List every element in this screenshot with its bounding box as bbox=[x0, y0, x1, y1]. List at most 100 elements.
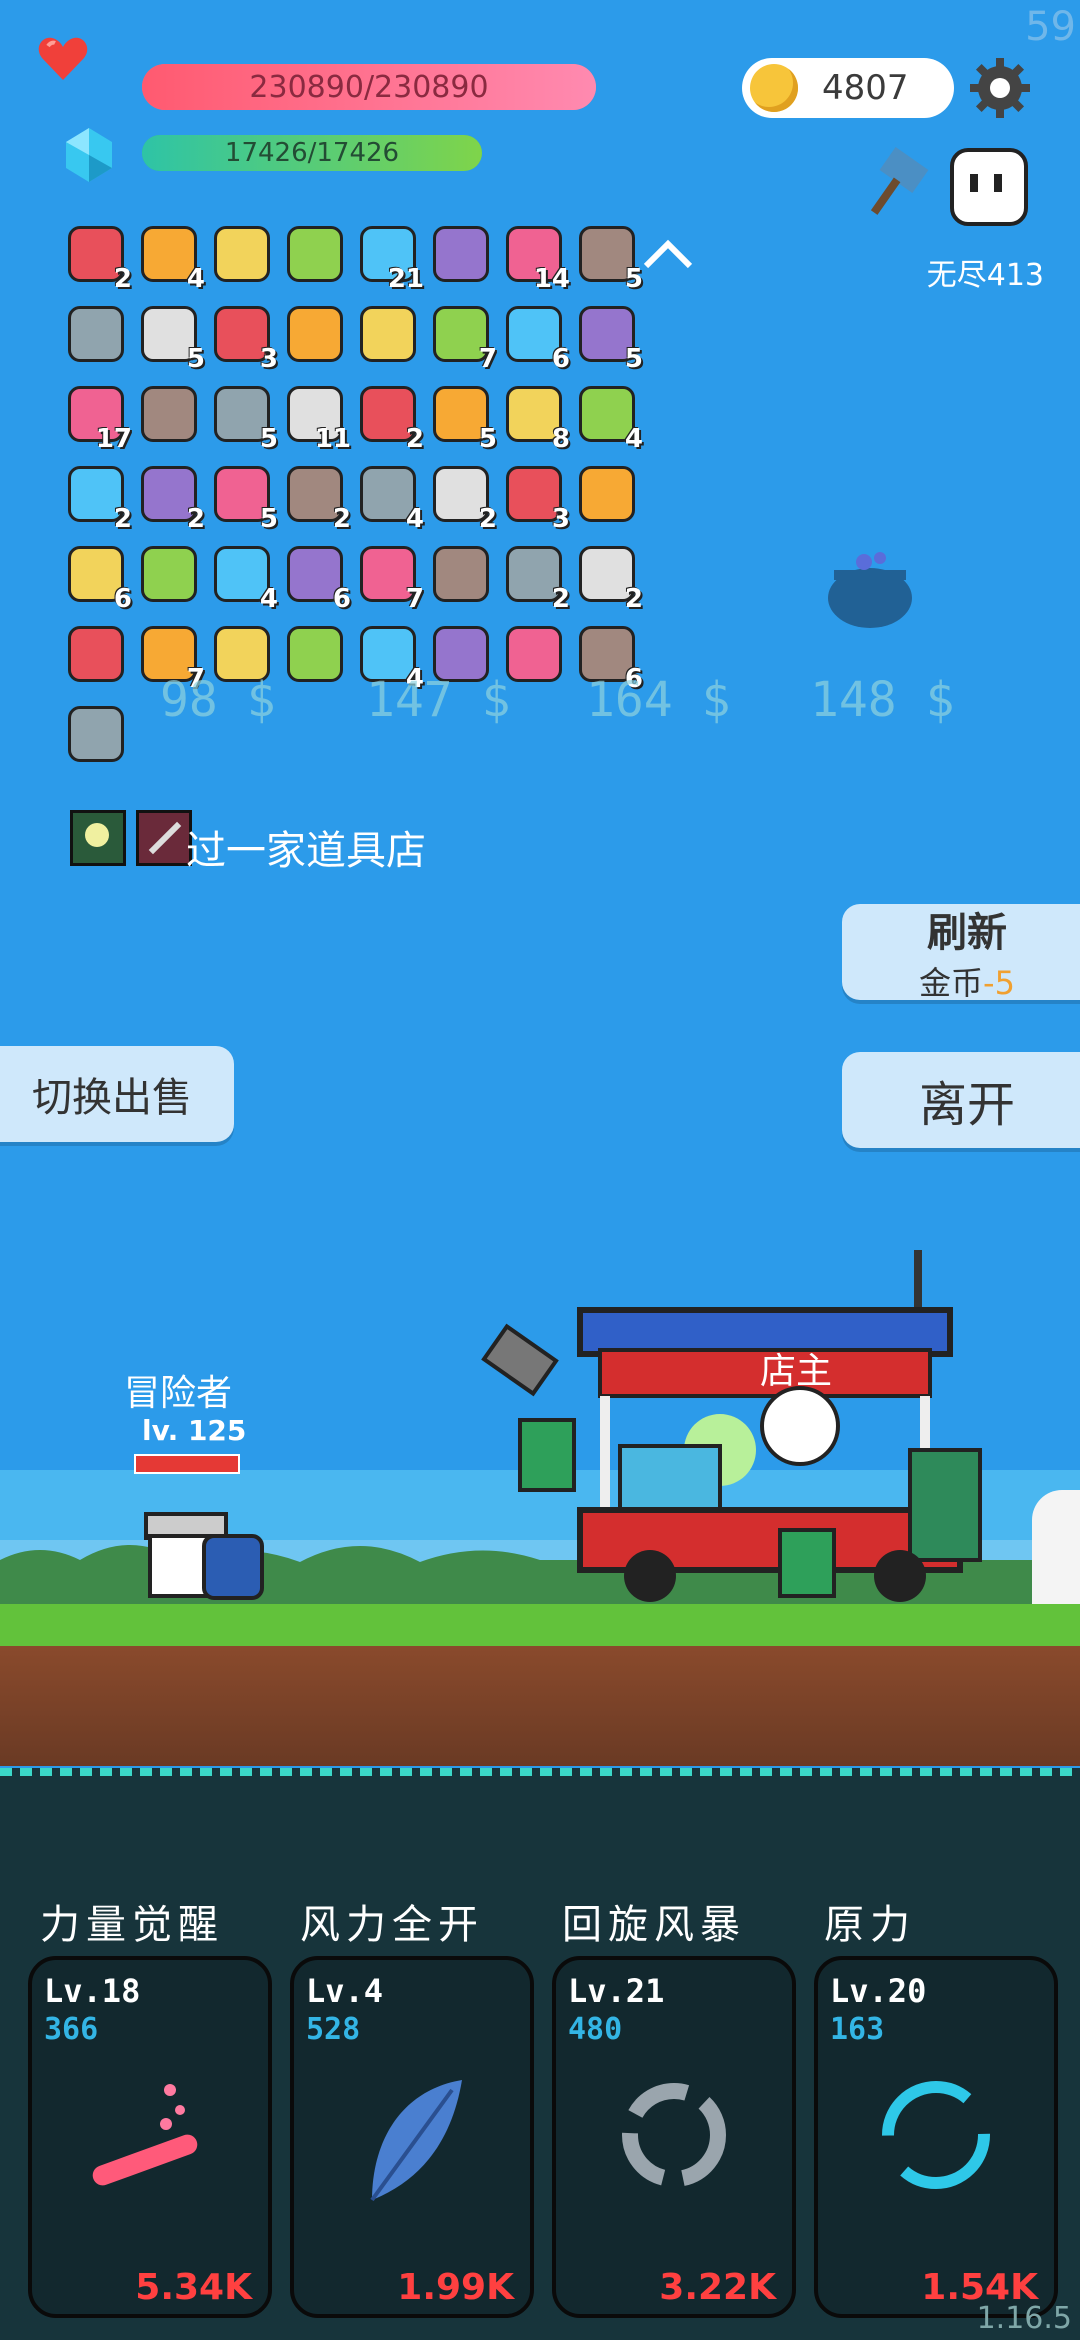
inventory-item[interactable]: 5 bbox=[427, 380, 497, 454]
inventory-item[interactable]: 5 bbox=[573, 300, 643, 374]
settings-gear-icon[interactable] bbox=[970, 58, 1030, 118]
inventory-item[interactable] bbox=[354, 300, 418, 364]
inventory-item[interactable]: 2 bbox=[500, 540, 570, 614]
coin-count: 4807 bbox=[822, 68, 909, 108]
inventory-item[interactable]: 5 bbox=[208, 460, 278, 534]
item-count: 21 bbox=[387, 264, 424, 294]
skill-level: Lv.4 bbox=[306, 1972, 384, 2010]
fps-counter: 59 bbox=[1025, 4, 1076, 50]
inventory-item[interactable]: 6 bbox=[500, 300, 570, 374]
inventory-item[interactable] bbox=[62, 620, 126, 684]
inventory-item[interactable]: 3 bbox=[208, 300, 278, 374]
inventory-item[interactable]: 2 bbox=[573, 540, 643, 614]
inventory-item[interactable]: 4 bbox=[135, 220, 205, 294]
hp-text: 230890/230890 bbox=[249, 69, 489, 105]
cauldron-icon bbox=[824, 548, 916, 634]
inventory-item[interactable]: 2 bbox=[62, 460, 132, 534]
item-count: 5 bbox=[186, 344, 205, 374]
coin-counter: 4807 bbox=[742, 58, 954, 118]
item-count: 3 bbox=[551, 504, 570, 534]
inventory-item[interactable] bbox=[62, 300, 126, 364]
inventory-item[interactable]: 11 bbox=[281, 380, 351, 454]
switch-sell-label: 切换出售 bbox=[32, 1075, 192, 1121]
inventory-item[interactable] bbox=[427, 540, 491, 604]
inventory-item[interactable] bbox=[62, 700, 126, 764]
inventory-item[interactable] bbox=[427, 220, 491, 284]
player-level: lv. 125 bbox=[142, 1414, 247, 1447]
coin-icon bbox=[750, 64, 798, 112]
skill-2-title: 风力全开 bbox=[300, 1902, 484, 1948]
ground-grass bbox=[0, 1604, 1080, 1646]
inventory-item[interactable]: 2 bbox=[62, 220, 132, 294]
inventory-item[interactable]: 6 bbox=[62, 540, 132, 614]
inventory-item[interactable]: 6 bbox=[281, 540, 351, 614]
item-count: 4 bbox=[259, 584, 278, 614]
red-shield-icon bbox=[433, 546, 489, 602]
inventory-item[interactable]: 5 bbox=[208, 380, 278, 454]
inventory-item[interactable]: 4 bbox=[573, 380, 643, 454]
collapse-chevron-up-icon[interactable] bbox=[640, 234, 696, 274]
item-count: 4 bbox=[405, 504, 424, 534]
skill-damage: 3.22K bbox=[659, 2267, 776, 2308]
item-count: 2 bbox=[405, 424, 424, 454]
inventory-item[interactable]: 4 bbox=[208, 540, 278, 614]
item-count: 6 bbox=[551, 344, 570, 374]
inventory-item[interactable]: 2 bbox=[281, 460, 351, 534]
item-count: 14 bbox=[533, 264, 570, 294]
inventory-item[interactable] bbox=[135, 380, 199, 444]
inventory-item[interactable]: 2 bbox=[135, 460, 205, 534]
skill-cost: 528 bbox=[306, 2012, 361, 2047]
inventory-item[interactable]: 2 bbox=[427, 460, 497, 534]
inventory-item[interactable]: 5 bbox=[573, 220, 643, 294]
skill-card-2[interactable]: Lv.4 528 1.99K bbox=[290, 1956, 534, 2318]
hearts-icon bbox=[287, 626, 343, 682]
inventory-item[interactable]: 21 bbox=[354, 220, 424, 294]
item-count: 2 bbox=[113, 264, 132, 294]
heart-icon bbox=[38, 36, 88, 86]
inventory-item[interactable] bbox=[281, 620, 345, 684]
item-count: 3 bbox=[259, 344, 278, 374]
item-count: 7 bbox=[478, 344, 497, 374]
pet-ghost-icon bbox=[950, 148, 1028, 226]
hp-bar: 230890/230890 bbox=[142, 64, 596, 110]
inventory-item[interactable]: 2 bbox=[354, 380, 424, 454]
refresh-button[interactable]: 刷新 金币-5 bbox=[842, 904, 1080, 1002]
item-count: 7 bbox=[405, 584, 424, 614]
inventory-item[interactable]: 14 bbox=[500, 220, 570, 294]
inventory-item[interactable]: 7 bbox=[427, 300, 497, 374]
event-message: 过一家道具店 bbox=[186, 828, 426, 874]
inventory-item[interactable] bbox=[281, 220, 345, 284]
test-tube-icon bbox=[80, 2060, 220, 2210]
skill-damage: 5.34K bbox=[135, 2267, 252, 2308]
inventory-item[interactable]: 4 bbox=[354, 460, 424, 534]
skill-level: Lv.18 bbox=[44, 1972, 141, 2010]
mp-text: 17426/17426 bbox=[224, 138, 400, 168]
item-count: 2 bbox=[186, 504, 205, 534]
inventory-item[interactable] bbox=[573, 460, 637, 524]
skill-cost: 480 bbox=[568, 2012, 623, 2047]
leave-button[interactable]: 离开 bbox=[842, 1052, 1080, 1148]
noose-icon bbox=[141, 546, 197, 602]
inventory-item[interactable]: 5 bbox=[135, 300, 205, 374]
item-count: 6 bbox=[113, 584, 132, 614]
inventory-item[interactable] bbox=[208, 220, 272, 284]
sword-icon bbox=[287, 226, 343, 282]
lightbulb-relic-icon bbox=[70, 810, 126, 866]
skill-card-1[interactable]: Lv.18 366 5.34K bbox=[28, 1956, 272, 2318]
inventory-item[interactable]: 7 bbox=[354, 540, 424, 614]
inventory-item[interactable]: 8 bbox=[500, 380, 570, 454]
inventory-item[interactable] bbox=[135, 540, 199, 604]
shop-price-1: 98 $ bbox=[160, 672, 276, 728]
blue-cycle-icon bbox=[866, 2060, 1006, 2210]
fist-icon bbox=[579, 466, 635, 522]
item-count: 2 bbox=[478, 504, 497, 534]
inventory-item[interactable]: 17 bbox=[62, 380, 132, 454]
skill-card-4[interactable]: Lv.20 163 1.54K bbox=[814, 1956, 1058, 2318]
inventory-item[interactable] bbox=[281, 300, 345, 364]
inventory-item[interactable]: 3 bbox=[500, 460, 570, 534]
mp-bar: 17426/17426 bbox=[142, 135, 482, 171]
white-rock bbox=[1032, 1490, 1080, 1604]
skill-cost: 163 bbox=[830, 2012, 885, 2047]
switch-sell-button[interactable]: 切换出售 bbox=[0, 1046, 234, 1142]
skill-card-3[interactable]: Lv.21 480 3.22K bbox=[552, 1956, 796, 2318]
